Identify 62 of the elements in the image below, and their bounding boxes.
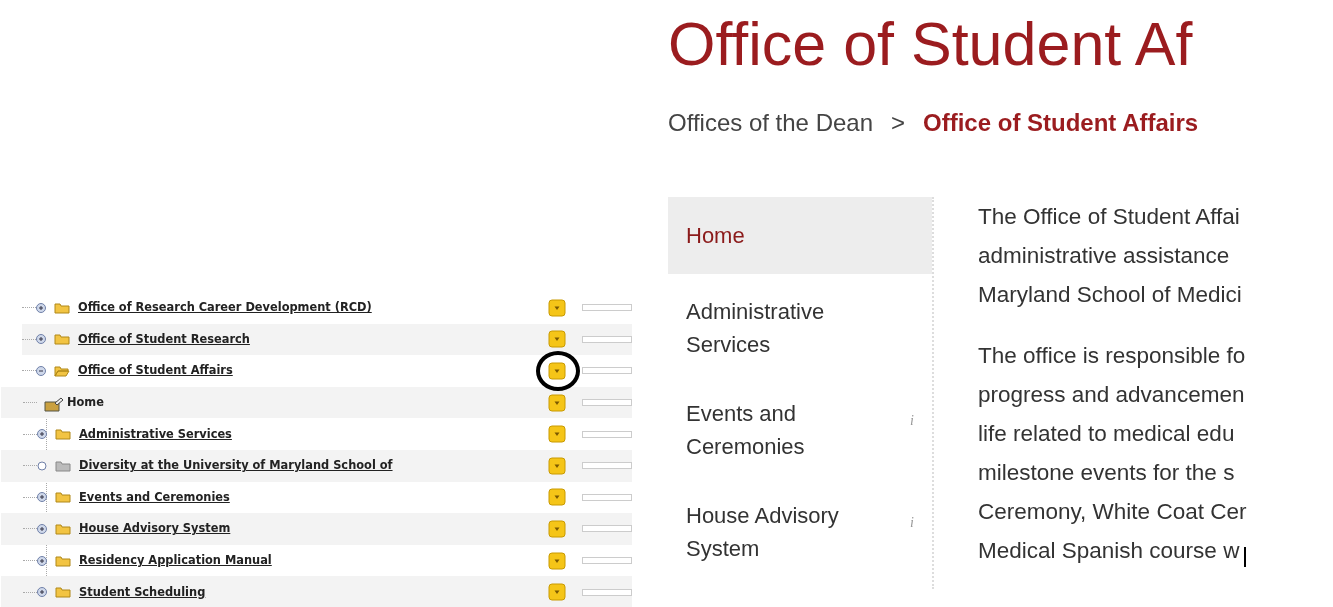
expand-icon[interactable] xyxy=(37,587,47,598)
tree-link[interactable]: Office of Student Research xyxy=(78,330,250,348)
dropdown-icon[interactable] xyxy=(548,519,566,538)
breadcrumb-current: Office of Student Affairs xyxy=(923,108,1199,138)
tree-link[interactable]: Office of Student Affairs xyxy=(78,362,233,380)
nav-item[interactable]: Events and Ceremonies i xyxy=(668,382,932,478)
body-text: The Office of Student Affai xyxy=(978,203,1240,231)
body-text: administrative assistance xyxy=(978,242,1230,270)
dropdown-icon[interactable] xyxy=(548,425,566,444)
folder-icon xyxy=(54,301,70,314)
body-text: The office is responsible fo xyxy=(978,342,1246,370)
page-icon xyxy=(43,396,65,413)
expand-icon[interactable] xyxy=(37,523,47,534)
empty-bar xyxy=(582,557,632,565)
tree-link[interactable]: Office of Research Career Development (RCD) xyxy=(78,299,372,317)
dropdown-icon[interactable] xyxy=(548,583,566,602)
tree-link[interactable]: Events and Ceremonies xyxy=(79,488,230,506)
hint-mark: i xyxy=(910,411,914,430)
expand-icon[interactable] xyxy=(36,334,46,345)
nav-item[interactable]: House Advisory System i xyxy=(668,484,932,580)
folder-icon xyxy=(55,428,71,441)
dropdown-icon[interactable] xyxy=(548,393,566,412)
empty-bar xyxy=(582,430,632,438)
empty-bar xyxy=(582,304,632,312)
body-text: Medical Spanish course w xyxy=(978,537,1240,565)
body-text: milestone events for the s xyxy=(978,459,1235,487)
open-folder-icon xyxy=(54,365,70,377)
expand-icon[interactable] xyxy=(37,429,47,440)
collapse-icon[interactable] xyxy=(36,366,46,376)
expand-icon[interactable] xyxy=(37,492,47,503)
body-text: progress and advancemen xyxy=(978,381,1245,409)
folder-icon xyxy=(55,554,71,567)
folder-icon xyxy=(55,522,71,535)
tree-link[interactable]: House Advisory System xyxy=(79,520,231,538)
breadcrumb-separator: > xyxy=(891,108,906,138)
tree-link[interactable]: Administrative Services xyxy=(79,425,232,443)
folder-icon xyxy=(55,459,71,472)
folder-icon xyxy=(55,586,71,599)
tree-link[interactable]: Student Scheduling xyxy=(79,583,206,601)
dropdown-icon[interactable] xyxy=(548,551,566,570)
folder-icon xyxy=(55,491,71,504)
hint-mark: i xyxy=(910,513,914,532)
page-title: Office of Student Af xyxy=(668,14,1194,75)
text-cursor xyxy=(1244,547,1247,567)
breadcrumb-link[interactable]: Offices of the Dean xyxy=(668,105,873,141)
body-text: Ceremony, White Coat Cer xyxy=(978,498,1247,526)
dropdown-icon[interactable] xyxy=(548,456,566,475)
body-text: life related to medical edu xyxy=(978,420,1235,448)
tree-link[interactable]: Residency Application Manual xyxy=(79,552,272,570)
nav-item[interactable]: Home xyxy=(668,197,932,274)
expand-icon[interactable] xyxy=(37,555,47,566)
expand-icon[interactable] xyxy=(36,302,46,313)
folder-icon xyxy=(54,333,70,346)
nav-item[interactable]: Administrative Services xyxy=(668,280,932,376)
tree-label[interactable]: Home xyxy=(67,394,104,412)
empty-bar xyxy=(582,493,632,501)
body-text: Maryland School of Medici xyxy=(978,281,1242,309)
dropdown-icon[interactable] xyxy=(548,488,566,507)
dropdown-icon[interactable] xyxy=(548,330,566,349)
empty-bar xyxy=(582,367,632,375)
dropdown-icon[interactable] xyxy=(548,298,566,317)
dropdown-icon[interactable] xyxy=(548,362,566,380)
